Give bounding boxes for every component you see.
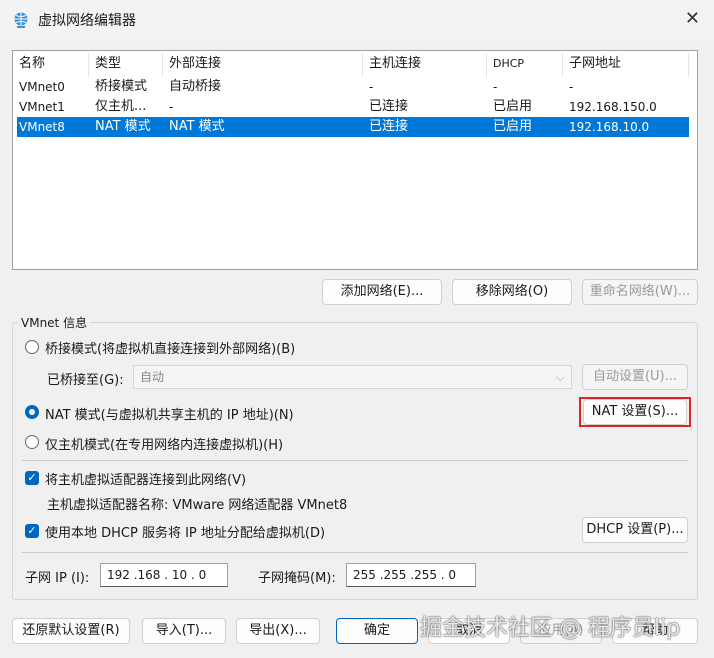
vmnet-info-label: VMnet 信息 xyxy=(18,314,91,331)
network-globe-icon xyxy=(14,12,28,28)
chevron-down-icon: ⌵ xyxy=(555,370,565,384)
cell-dhcp: 已启用 xyxy=(493,119,533,134)
auto-settings-button[interactable]: 自动设置(U)... xyxy=(582,364,688,390)
cell-dhcp: 已启用 xyxy=(493,99,533,114)
divider xyxy=(22,552,688,553)
cell-external: - xyxy=(169,100,174,114)
export-button[interactable]: 导出(X)... xyxy=(236,618,320,644)
table-row[interactable]: VMnet1 仅主机... - 已连接 已启用 192.168.150.0 xyxy=(17,97,689,117)
use-dhcp-checkbox[interactable]: ✓ xyxy=(25,524,39,538)
host-only-radio[interactable] xyxy=(25,435,39,449)
bridged-to-select[interactable]: 自动 ⌵ xyxy=(133,365,572,389)
bridged-to-value: 自动 xyxy=(140,370,165,384)
column-header-name[interactable]: 名称 xyxy=(13,53,89,77)
cell-type: NAT 模式 xyxy=(95,119,151,134)
bridged-to-label: 已桥接至(G): xyxy=(47,373,124,388)
cell-subnet: 192.168.10.0 xyxy=(569,120,650,134)
nat-mode-radio[interactable] xyxy=(25,405,39,419)
table-row-selected[interactable]: VMnet8 NAT 模式 NAT 模式 已连接 已启用 192.168.10.… xyxy=(17,117,689,137)
network-list[interactable]: 名称 类型 外部连接 主机连接 DHCP 子网地址 VMnet0 桥接模式 自动… xyxy=(12,50,698,270)
cell-dhcp: - xyxy=(493,80,498,94)
bridge-mode-label[interactable]: 桥接模式(将虚拟机直接连接到外部网络)(B) xyxy=(45,338,295,357)
subnet-ip-label: 子网 IP (I): xyxy=(25,571,90,586)
cell-external: NAT 模式 xyxy=(169,119,225,134)
cell-name: VMnet1 xyxy=(19,100,65,114)
column-header-subnet[interactable]: 子网地址 xyxy=(563,53,689,77)
watermark: 掘金技术社区 @ 程序员lip xyxy=(420,616,681,641)
cell-subnet: 192.168.150.0 xyxy=(569,100,657,114)
column-header-external[interactable]: 外部连接 xyxy=(163,53,363,77)
bridge-mode-radio[interactable] xyxy=(25,340,39,354)
import-button[interactable]: 导入(T)... xyxy=(142,618,226,644)
window-title: 虚拟网络编辑器 xyxy=(38,13,136,29)
title-bar: 虚拟网络编辑器 ✕ xyxy=(0,0,714,40)
cell-host: 已连接 xyxy=(369,119,409,134)
cell-type: 仅主机... xyxy=(95,99,147,114)
cell-subnet: - xyxy=(569,80,574,94)
nat-settings-button[interactable]: NAT 设置(S)... xyxy=(583,399,687,425)
host-only-label[interactable]: 仅主机模式(在专用网络内连接虚拟机)(H) xyxy=(45,434,283,453)
cell-host: - xyxy=(369,80,374,94)
column-header-dhcp[interactable]: DHCP xyxy=(487,53,563,77)
restore-defaults-button[interactable]: 还原默认设置(R) xyxy=(12,618,130,644)
table-row[interactable]: VMnet0 桥接模式 自动桥接 - - - xyxy=(17,77,689,97)
cell-type: 桥接模式 xyxy=(95,79,148,94)
adapter-name-text: 主机虚拟适配器名称: VMware 网络适配器 VMnet8 xyxy=(47,498,348,513)
add-network-button[interactable]: 添加网络(E)... xyxy=(322,279,442,305)
subnet-mask-input[interactable]: 255 .255 .255 . 0 xyxy=(346,563,476,587)
subnet-mask-label: 子网掩码(M): xyxy=(258,571,336,586)
column-header-type[interactable]: 类型 xyxy=(89,53,163,77)
use-dhcp-label[interactable]: 使用本地 DHCP 服务将 IP 地址分配给虚拟机(D) xyxy=(45,522,325,541)
rename-network-button[interactable]: 重命名网络(W)... xyxy=(582,279,698,305)
nat-mode-label[interactable]: NAT 模式(与虚拟机共享主机的 IP 地址)(N) xyxy=(45,404,294,423)
cell-name: VMnet0 xyxy=(19,80,65,94)
column-header-host[interactable]: 主机连接 xyxy=(363,53,487,77)
ok-button[interactable]: 确定 xyxy=(336,618,418,644)
connect-adapter-label[interactable]: 将主机虚拟适配器连接到此网络(V) xyxy=(45,469,246,488)
cell-external: 自动桥接 xyxy=(169,79,222,94)
close-icon[interactable]: ✕ xyxy=(685,8,700,29)
remove-network-button[interactable]: 移除网络(O) xyxy=(452,279,572,305)
divider xyxy=(22,460,688,461)
connect-adapter-checkbox[interactable]: ✓ xyxy=(25,471,39,485)
dhcp-settings-button[interactable]: DHCP 设置(P)... xyxy=(582,517,688,543)
subnet-ip-input[interactable]: 192 .168 . 10 . 0 xyxy=(100,563,228,587)
cell-host: 已连接 xyxy=(369,99,409,114)
cell-name: VMnet8 xyxy=(19,120,65,134)
